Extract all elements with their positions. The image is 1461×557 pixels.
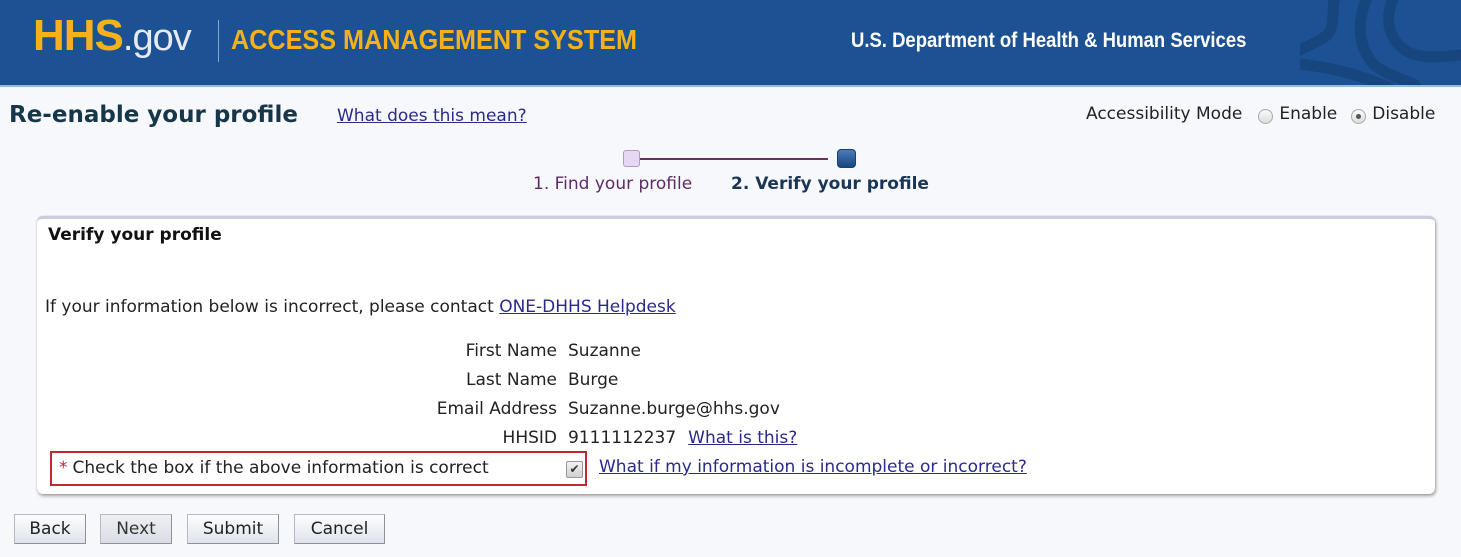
field-email: Email Address Suzanne.burge@hhs.gov [37,399,1037,421]
logo-divider [218,20,219,62]
required-marker: * [59,458,68,478]
what-does-this-mean-link[interactable]: What does this mean? [337,106,527,126]
field-label: HHSID [502,428,557,448]
field-hhsid: HHSID 9111112237 What is this? [37,428,1037,450]
step-connector [640,158,828,160]
site-header: HHS .gov ACCESS MANAGEMENT SYSTEM U.S. D… [0,0,1461,87]
confirm-label-text: Check the box if the above information i… [72,458,489,478]
next-button[interactable]: Next [100,514,172,544]
accessibility-enable-label[interactable]: Enable [1279,104,1337,124]
step-2-label: 2. Verify your profile [731,174,929,194]
accessibility-disable-label[interactable]: Disable [1372,104,1435,124]
logo-primary: HHS [33,11,124,60]
hhs-logo[interactable]: HHS .gov [33,11,192,61]
confirm-checkbox[interactable]: ✔ [566,461,583,478]
hhs-eagle-icon [1300,0,1461,85]
field-value-wrap: 9111112237 What is this? [568,428,797,448]
accessibility-mode: Accessibility Mode Enable Disable [1086,104,1439,124]
incomplete-info-link[interactable]: What if my information is incomplete or … [599,457,1027,477]
submit-button[interactable]: Submit [187,514,279,544]
progress-steps: 1. Find your profile 2. Verify your prof… [0,148,1461,198]
cancel-button[interactable]: Cancel [294,514,385,544]
field-value: Suzanne [568,341,641,361]
accessibility-enable-radio[interactable] [1258,108,1274,124]
verify-profile-panel: Verify your profile If your information … [37,216,1435,494]
confirm-label: * Check the box if the above information … [59,458,489,478]
step-1-marker [623,150,640,167]
helpdesk-link[interactable]: ONE-DHHS Helpdesk [499,297,676,317]
intro-message: If your information below is incorrect, … [45,297,494,317]
accessibility-disable-radio[interactable] [1351,108,1367,124]
field-label: First Name [465,341,557,361]
app-title: ACCESS MANAGEMENT SYSTEM [231,24,638,55]
hhsid-value: 9111112237 [568,428,677,448]
field-first-name: First Name Suzanne [37,341,1037,363]
field-label: Email Address [436,399,557,419]
department-name: U.S. Department of Health & Human Servic… [851,29,1247,52]
step-2-marker [837,149,856,168]
field-value: Suzanne.burge@hhs.gov [568,399,780,419]
panel-title: Verify your profile [48,225,222,245]
page-title: Re-enable your profile [9,102,298,128]
what-is-this-link[interactable]: What is this? [688,428,797,448]
back-button[interactable]: Back [14,514,86,544]
field-label: Last Name [466,370,557,390]
logo-secondary: .gov [122,17,192,59]
step-1-label: 1. Find your profile [533,174,693,194]
intro-text: If your information below is incorrect, … [45,297,676,317]
accessibility-mode-label: Accessibility Mode [1086,104,1243,124]
confirm-highlight: * Check the box if the above information … [50,451,587,486]
field-last-name: Last Name Burge [37,370,1037,392]
field-value: Burge [568,370,619,390]
